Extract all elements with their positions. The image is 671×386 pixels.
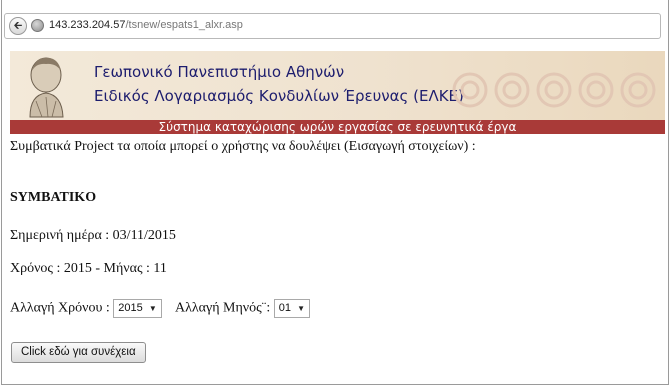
url-path: /tsnew/espats1_alxr.asp	[125, 19, 243, 31]
chevron-down-icon: ▼	[297, 304, 305, 313]
year-select[interactable]: 2015 ▼	[113, 299, 162, 318]
system-subtitle: Σύστημα καταχώρισης ωρών εργασίας σε ερε…	[10, 120, 665, 134]
chevron-down-icon: ▼	[148, 304, 157, 313]
intro-text: Συμβατικά Project τα οποία μπορεί ο χρήσ…	[10, 139, 476, 154]
today-date: Σημερινή ημέρα : 03/11/2015	[10, 228, 176, 243]
change-year-label: Αλλαγή Χρόνου :	[10, 300, 110, 316]
portrait-logo	[29, 57, 64, 118]
url-host: 143.233.204.57	[49, 19, 126, 31]
continue-button[interactable]: Click εδώ για συνέχεια	[11, 342, 146, 363]
year-month-info: Χρόνος : 2015 - Μήνας : 11	[10, 261, 167, 276]
change-row: Αλλαγή Χρόνου : 2015 ▼ Αλλαγή Μηνός¨: 01 ▼	[10, 299, 310, 318]
globe-icon	[31, 19, 44, 32]
month-select-value: 01	[278, 302, 291, 314]
elke-title: Ειδικός Λογαριασμός Κονδυλίων Έρευνας (Ε…	[94, 87, 464, 105]
url-text[interactable]: 143.233.204.57/tsnew/espats1_alxr.asp	[49, 19, 243, 31]
university-title: Γεωπονικό Πανεπιστήμιο Αθηνών	[94, 63, 345, 81]
decorative-pattern	[452, 72, 656, 108]
change-month-label: Αλλαγή Μηνός¨:	[175, 300, 271, 316]
address-bar[interactable]: 🡰 143.233.204.57/tsnew/espats1_alxr.asp	[4, 13, 661, 39]
month-select[interactable]: 01 ▼	[273, 299, 310, 318]
header-banner: Γεωπονικό Πανεπιστήμιο Αθηνών Ειδικός Λο…	[10, 51, 665, 134]
year-select-value: 2015	[118, 302, 143, 314]
back-arrow-icon[interactable]: 🡰	[9, 17, 27, 35]
section-title: SYMBATIKO	[10, 190, 97, 205]
